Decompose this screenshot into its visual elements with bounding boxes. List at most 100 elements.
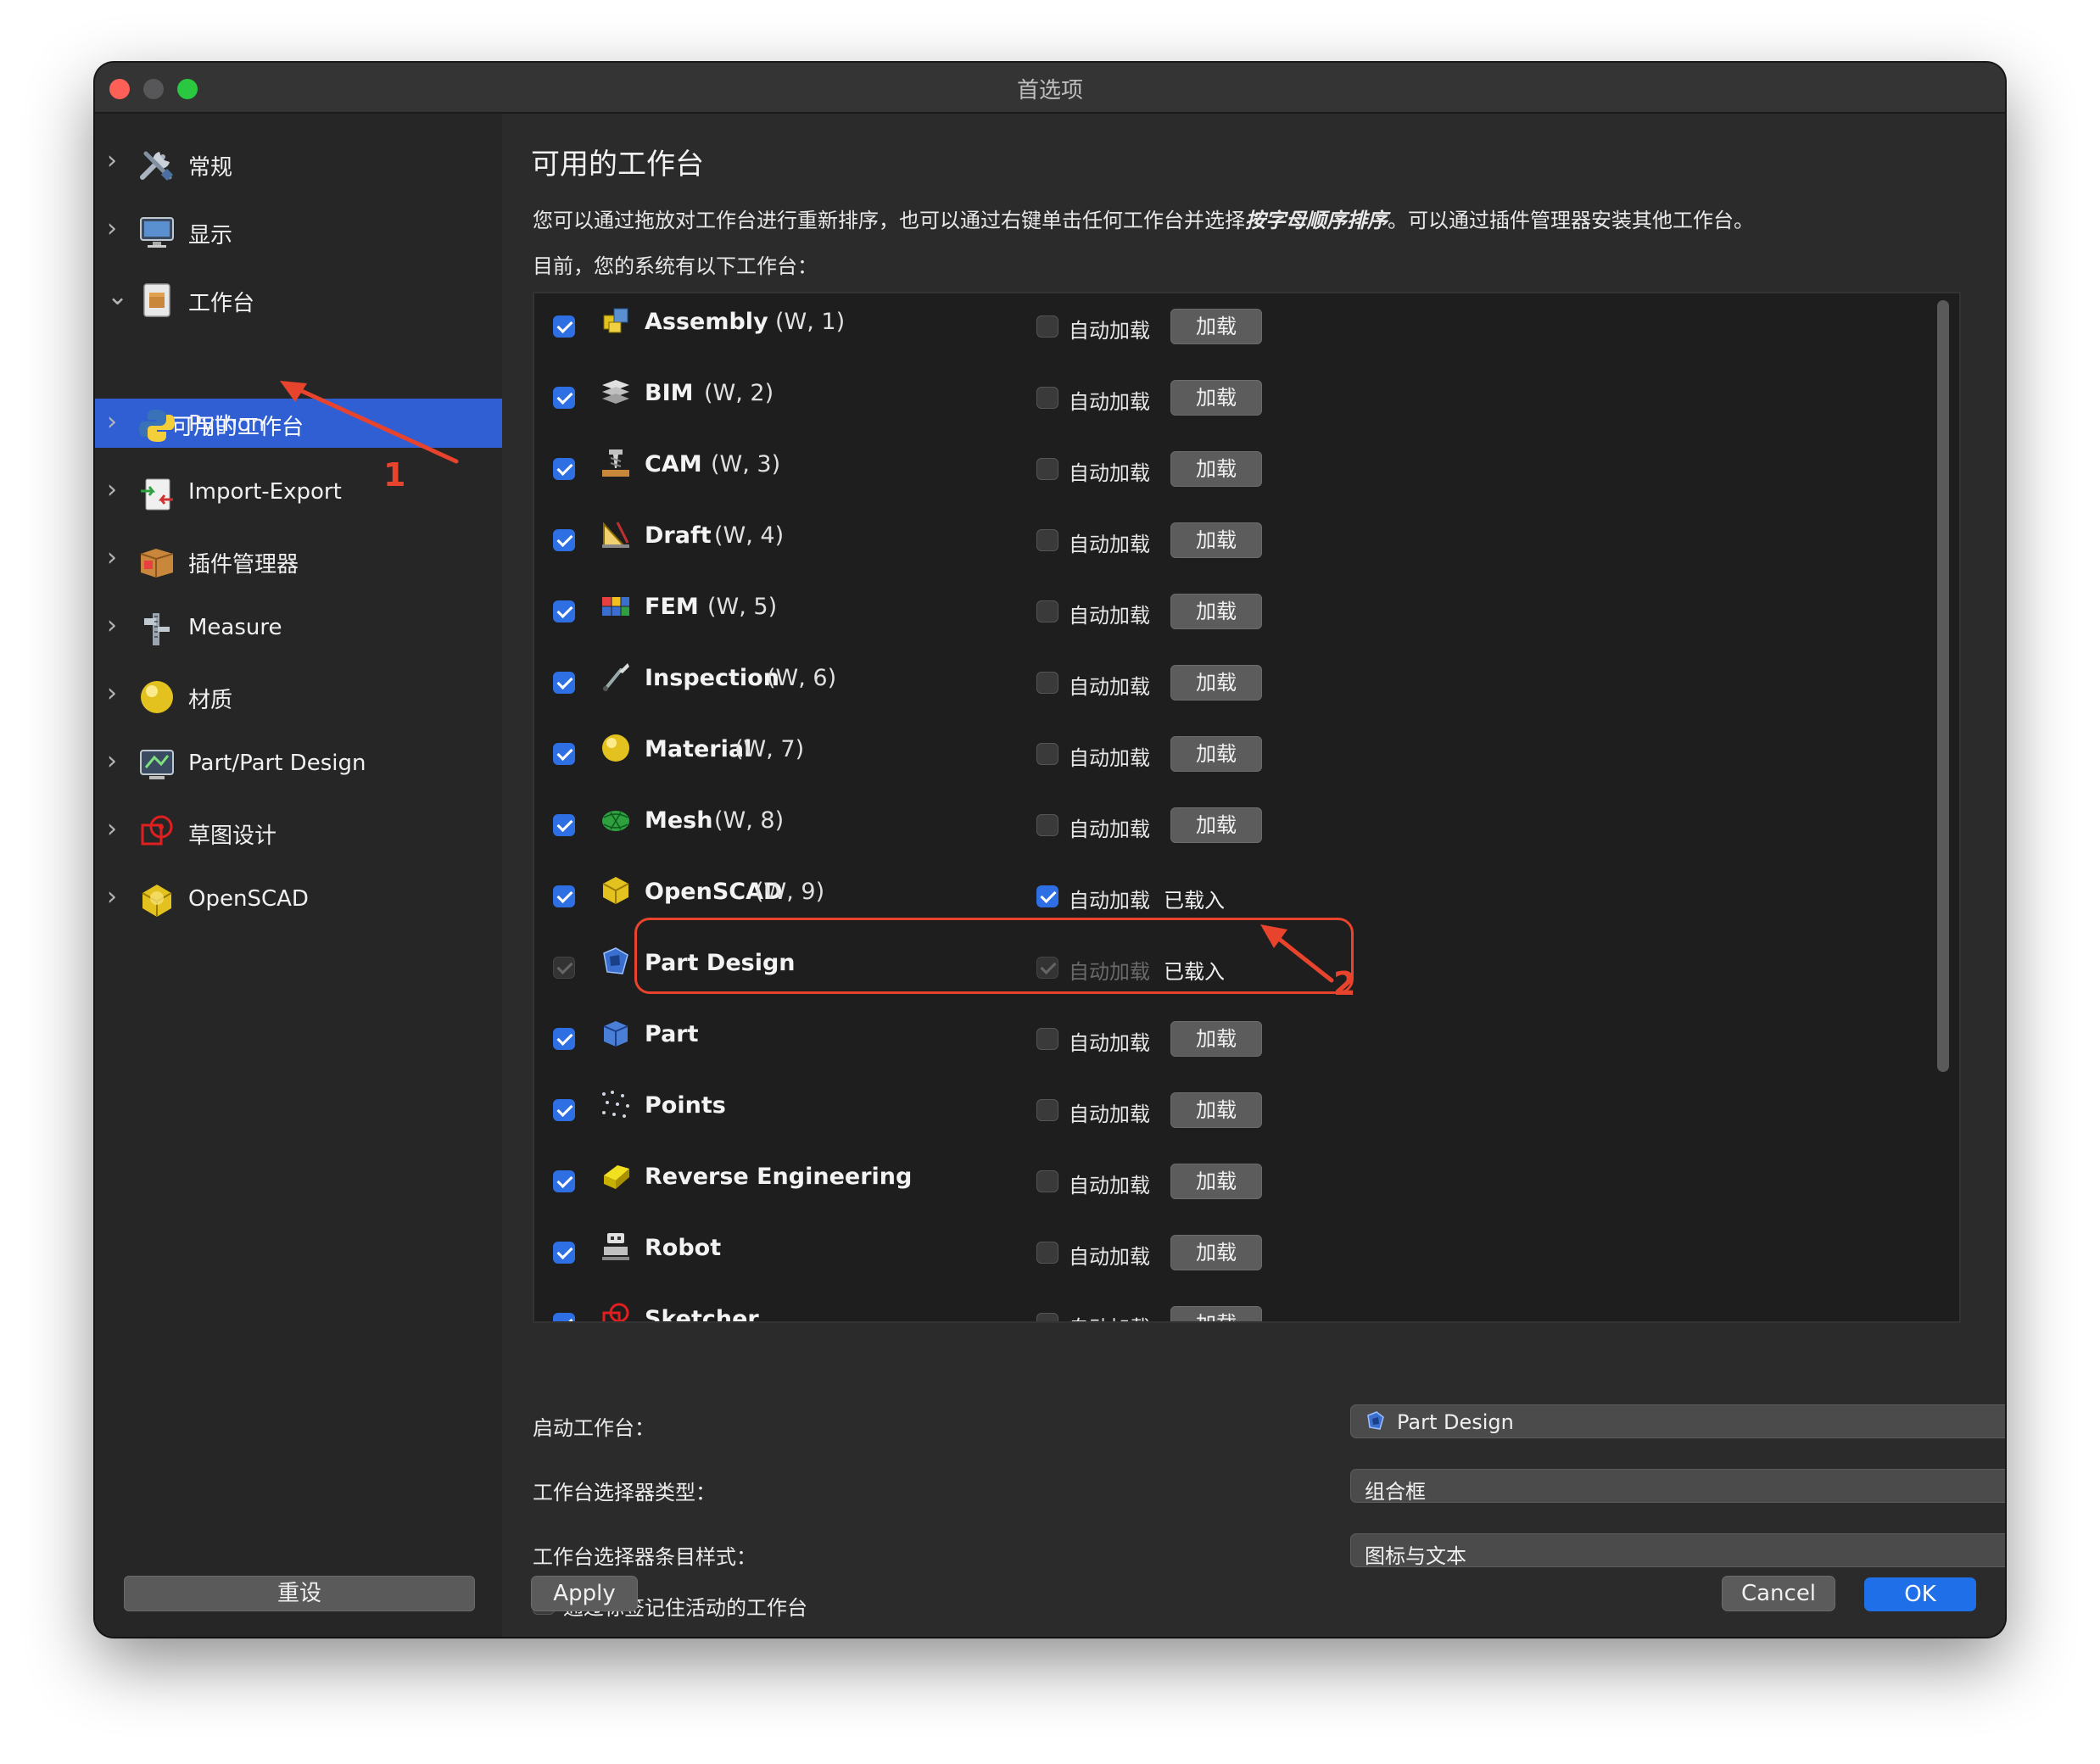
workbench-row[interactable]: Mesh (W, 8) 自动加载 加载	[534, 792, 1925, 863]
chevron-right-icon[interactable]: ›	[107, 216, 117, 242]
sidebar-item[interactable]: › OpenSCAD	[95, 870, 502, 929]
load-button[interactable]: 加载	[1170, 665, 1262, 701]
chevron-down-icon[interactable]: ⌄	[107, 284, 128, 310]
preferences-window: 首选项 重设 › 常规 › 显示 ⌄ 工作台 可用的工作台 › Python › Import-Ex…	[95, 63, 2005, 1637]
autoload-label: 自动加载	[1069, 533, 1150, 556]
load-button[interactable]: 加载	[1170, 522, 1262, 558]
sidebar-item[interactable]: › 草图设计	[95, 802, 502, 862]
sidebar-icon-wrap	[137, 474, 176, 513]
workbench-icon-wrap	[599, 874, 633, 907]
workbench-row[interactable]: BIM (W, 2) 自动加载 加载	[534, 365, 1925, 436]
chevron-right-icon[interactable]: ›	[107, 613, 117, 639]
sidebar-item[interactable]: › Part/Part Design	[95, 734, 502, 794]
workbench-enable-checkbox[interactable]	[553, 814, 575, 836]
ok-button[interactable]: OK	[1864, 1577, 1976, 1611]
autoload-checkbox[interactable]	[1036, 885, 1058, 907]
sidebar-item[interactable]: ⌄ 工作台	[95, 270, 502, 329]
load-button[interactable]: 加载	[1170, 1164, 1262, 1199]
sidebar-icon-wrap	[137, 281, 176, 320]
workbench-name: Inspection	[645, 665, 779, 691]
chevron-right-icon[interactable]: ›	[107, 885, 117, 910]
sidebar-icon-wrap	[137, 881, 176, 920]
workbench-name: Assembly	[645, 309, 768, 335]
workbench-row[interactable]: Sketcher 自动加载 加载	[534, 1291, 1925, 1323]
selector-style-select[interactable]: 图标与文本 ▴▾	[1350, 1533, 2005, 1568]
workbench-row[interactable]: Draft (W, 4) 自动加载 加载	[534, 507, 1925, 578]
sidebar-item[interactable]: › 插件管理器	[95, 531, 502, 590]
workbench-row[interactable]: Reverse Engineering 自动加载 加载	[534, 1148, 1925, 1220]
bim-icon	[602, 380, 629, 404]
load-button[interactable]: 加载	[1170, 1306, 1262, 1321]
selector-type-select[interactable]: 组合框 ▴▾	[1350, 1469, 2005, 1504]
workbench-name: Sketcher	[645, 1306, 759, 1323]
load-button[interactable]: 加载	[1170, 807, 1262, 843]
description-text-2: 。可以通过插件管理器安装其他工作台。	[1388, 209, 1754, 232]
load-button[interactable]: 加载	[1170, 451, 1262, 487]
workbench-enable-checkbox[interactable]	[553, 458, 575, 480]
sidebar-item[interactable]: › 显示	[95, 202, 502, 261]
load-button[interactable]: 加载	[1170, 380, 1262, 416]
autoload-checkbox[interactable]	[1036, 315, 1058, 338]
sidebar-item[interactable]: › 材质	[95, 667, 502, 726]
load-button[interactable]: 加载	[1170, 594, 1262, 629]
autoload-checkbox[interactable]	[1036, 814, 1058, 836]
sidebar-item[interactable]: › Measure	[95, 599, 502, 658]
autoload-checkbox[interactable]	[1036, 1313, 1058, 1321]
workbench-row[interactable]: Points 自动加载 加载	[534, 1077, 1925, 1148]
autoload-checkbox[interactable]	[1036, 1242, 1058, 1264]
sidebar-item[interactable]: › Import-Export	[95, 463, 502, 522]
autoload-checkbox[interactable]	[1036, 743, 1058, 765]
chevron-right-icon[interactable]: ›	[107, 749, 117, 774]
openscad-icon	[142, 885, 172, 917]
workbench-row[interactable]: Inspection (W, 6) 自动加载 加载	[534, 650, 1925, 721]
load-button[interactable]: 加载	[1170, 1092, 1262, 1128]
list-scrollbar[interactable]	[1937, 300, 1949, 1072]
autoload-checkbox[interactable]	[1036, 529, 1058, 551]
load-button[interactable]: 加载	[1170, 309, 1262, 344]
workbench-enable-checkbox[interactable]	[553, 1099, 575, 1121]
workbench-enable-checkbox[interactable]	[553, 529, 575, 551]
workbench-enable-checkbox[interactable]	[553, 1170, 575, 1192]
workbench-enable-checkbox[interactable]	[553, 1028, 575, 1050]
workbench-row[interactable]: CAM (W, 3) 自动加载 加载	[534, 436, 1925, 507]
workbench-enable-checkbox[interactable]	[553, 743, 575, 765]
autoload-checkbox[interactable]	[1036, 1099, 1058, 1121]
cancel-button[interactable]: Cancel	[1722, 1576, 1835, 1611]
sketcher-icon	[602, 1303, 629, 1321]
description-emphasis: 按字母顺序排序	[1245, 209, 1388, 232]
workbench-enable-checkbox[interactable]	[553, 1313, 575, 1321]
chevron-right-icon[interactable]: ›	[107, 148, 117, 174]
load-button[interactable]: 加载	[1170, 1021, 1262, 1057]
workbench-row[interactable]: Part 自动加载 加载	[534, 1006, 1925, 1077]
autoload-checkbox[interactable]	[1036, 600, 1058, 622]
workbench-enable-checkbox[interactable]	[553, 672, 575, 694]
reset-button[interactable]: 重设	[124, 1576, 475, 1611]
workbench-enable-checkbox[interactable]	[553, 315, 575, 338]
autoload-checkbox[interactable]	[1036, 1028, 1058, 1050]
load-button[interactable]: 加载	[1170, 1235, 1262, 1270]
workbench-row[interactable]: Assembly (W, 1) 自动加载 加载	[534, 293, 1925, 365]
load-button[interactable]: 加载	[1170, 736, 1262, 772]
workbench-list[interactable]: Assembly (W, 1) 自动加载 加载 BIM (W, 2) 自动加载 加载 CAM (W…	[533, 292, 1961, 1323]
autoload-checkbox[interactable]	[1036, 387, 1058, 409]
workbench-row[interactable]: Material (W, 7) 自动加载 加载	[534, 721, 1925, 792]
workbench-row[interactable]: Robot 自动加载 加载	[534, 1220, 1925, 1291]
chevron-right-icon[interactable]: ›	[107, 410, 117, 435]
autoload-checkbox[interactable]	[1036, 672, 1058, 694]
workbench-enable-checkbox[interactable]	[553, 387, 575, 409]
autoload-checkbox[interactable]	[1036, 1170, 1058, 1192]
workbench-enable-checkbox[interactable]	[553, 600, 575, 622]
workbench-enable-checkbox[interactable]	[553, 1242, 575, 1264]
apply-button[interactable]: Apply	[531, 1576, 638, 1611]
tools-icon	[140, 151, 174, 181]
chevron-right-icon[interactable]: ›	[107, 817, 117, 842]
sidebar-item[interactable]: › 常规	[95, 134, 502, 193]
workbench-enable-checkbox[interactable]	[553, 885, 575, 907]
chevron-right-icon[interactable]: ›	[107, 681, 117, 706]
chevron-right-icon[interactable]: ›	[107, 477, 117, 503]
workbench-row[interactable]: FEM (W, 5) 自动加载 加载	[534, 578, 1925, 650]
startup-workbench-select[interactable]: Part Design ▴▾	[1350, 1404, 2005, 1438]
chevron-right-icon[interactable]: ›	[107, 545, 117, 571]
autoload-checkbox[interactable]	[1036, 458, 1058, 480]
startup-workbench-value: Part Design	[1397, 1410, 1514, 1434]
